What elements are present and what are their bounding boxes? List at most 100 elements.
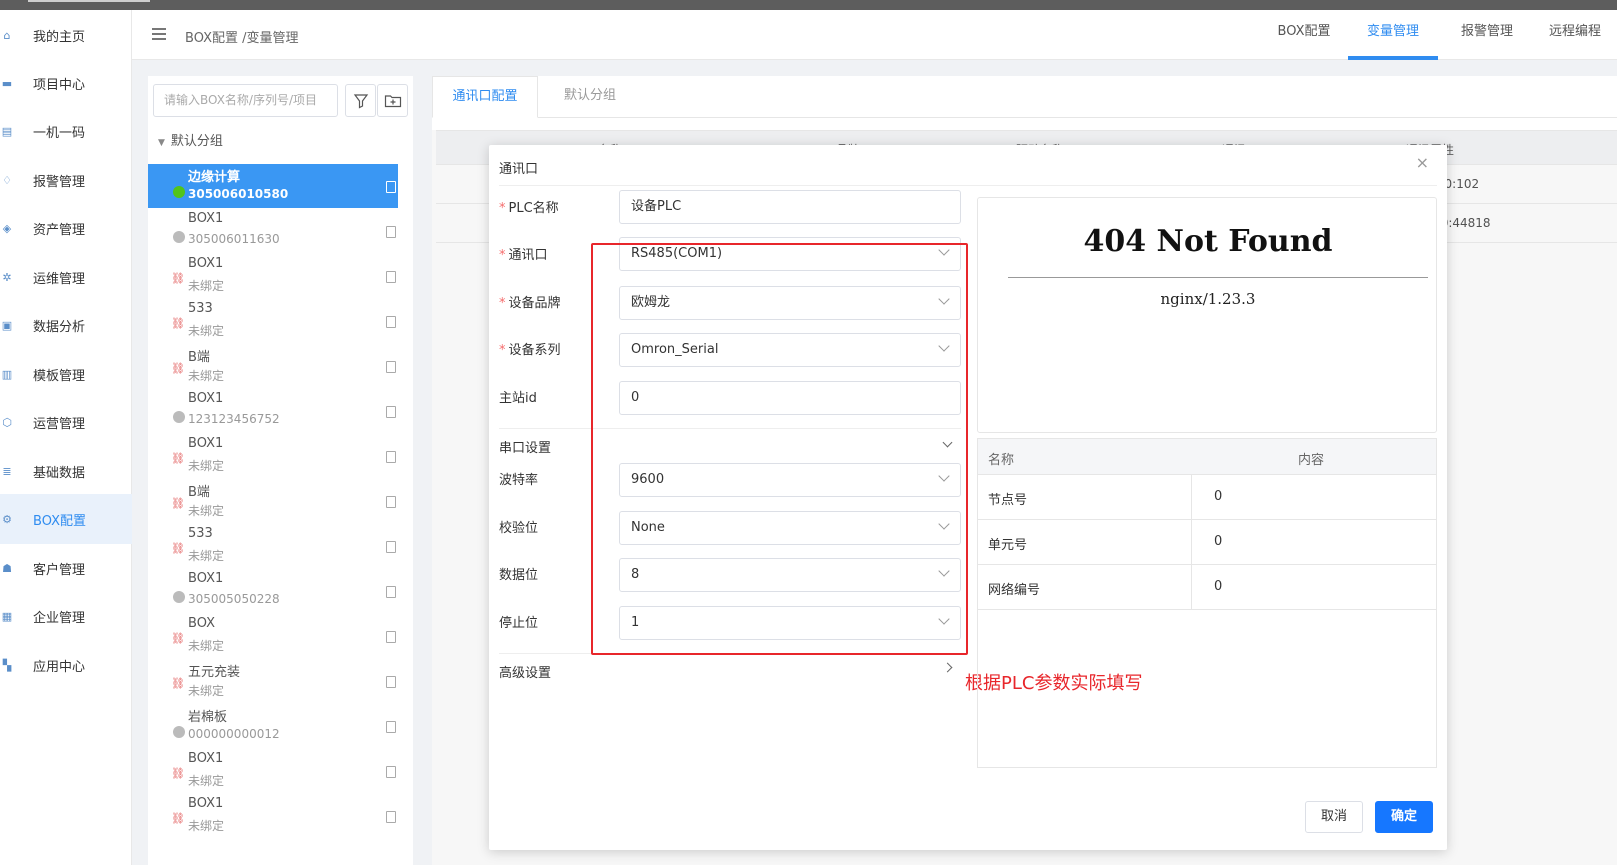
device-item[interactable]: ⛓ 533 未绑定: [148, 299, 398, 343]
sidebar-item-apps[interactable]: ▚ 应用中心: [0, 640, 132, 690]
sidebar-item-templates[interactable]: ▥ 模板管理: [0, 349, 132, 399]
tab-port-config[interactable]: 通讯口配置: [432, 76, 538, 118]
copy-icon[interactable]: [386, 631, 396, 643]
chevron-down-icon: [938, 340, 950, 352]
copy-icon[interactable]: [386, 811, 396, 823]
sidebar-item-qrcode[interactable]: ▤ 一机一码: [0, 106, 132, 156]
baud-select[interactable]: 9600: [619, 463, 961, 497]
confirm-button[interactable]: 确定: [1375, 801, 1433, 833]
device-group[interactable]: ▼ 默认分组: [158, 130, 223, 149]
device-item[interactable]: 岩棉板 000000000012: [148, 704, 398, 748]
device-item[interactable]: 边缘计算 305006010580: [148, 164, 398, 208]
device-item[interactable]: ⛓ 533 未绑定: [148, 524, 398, 568]
sidebar-item-assets[interactable]: ◈ 资产管理: [0, 203, 132, 253]
sidebar-item-analytics[interactable]: ▣ 数据分析: [0, 300, 132, 350]
device-search-input[interactable]: 请输入BOX名称/序列号/项目: [153, 84, 338, 117]
device-item[interactable]: ⛓ BOX 未绑定: [148, 614, 398, 658]
table-cell[interactable]: 0: [1214, 489, 1222, 504]
sidebar-item-alarms[interactable]: ♢ 报警管理: [0, 155, 132, 205]
device-item[interactable]: ⛓ B端 未绑定: [148, 344, 398, 388]
tab-alarm-management[interactable]: 报警管理: [1452, 10, 1522, 60]
device-name: BOX1: [188, 391, 224, 406]
table-row[interactable]: 节点号 0: [978, 475, 1436, 520]
device-item[interactable]: BOX1 123123456752: [148, 389, 398, 433]
tab-remote-programming[interactable]: 远程编程: [1540, 10, 1610, 60]
chevron-down-icon: [938, 293, 950, 305]
sidebar-item-customers[interactable]: ☗ 客户管理: [0, 543, 132, 593]
table-cell[interactable]: 0: [1214, 534, 1222, 549]
device-item[interactable]: ⛓ B端 未绑定: [148, 479, 398, 523]
tab-default-group[interactable]: 默认分组: [538, 76, 642, 118]
plc-name-input[interactable]: 设备PLC: [619, 190, 961, 224]
tab-variable-management[interactable]: 变量管理: [1348, 10, 1438, 60]
unlink-icon: ⛓: [171, 497, 185, 510]
copy-icon[interactable]: [386, 226, 396, 238]
property-table: 名称 内容 节点号 0 单元号 0 网络编号 0: [977, 438, 1437, 768]
station-id-input[interactable]: 0: [619, 381, 961, 415]
copy-icon[interactable]: [386, 766, 396, 778]
copy-icon[interactable]: [386, 316, 396, 328]
menu-collapse-icon[interactable]: [152, 28, 166, 40]
required-mark: *: [499, 343, 506, 358]
device-item[interactable]: ⛓ BOX1 未绑定: [148, 749, 398, 793]
device-serial: 305006011630: [188, 232, 280, 246]
dialog-title: 通讯口: [499, 162, 539, 177]
device-item[interactable]: ⛓ BOX1 未绑定: [148, 254, 398, 298]
device-serial: 未绑定: [188, 639, 225, 653]
offline-status-icon: [173, 591, 185, 603]
copy-icon[interactable]: [386, 676, 396, 688]
copy-icon[interactable]: [386, 181, 396, 193]
section-title: 串口设置: [499, 441, 552, 456]
copy-icon[interactable]: [386, 541, 396, 553]
chevron-down-icon: [938, 565, 950, 577]
filter-button[interactable]: [345, 84, 376, 117]
copy-icon[interactable]: [386, 451, 396, 463]
close-icon[interactable]: ×: [1416, 153, 1429, 172]
box-gear-icon: ⚙: [2, 512, 12, 526]
unlink-icon: ⛓: [171, 632, 185, 645]
device-item[interactable]: BOX1 305005050228: [148, 569, 398, 613]
chevron-down-icon: [938, 518, 950, 530]
copy-icon[interactable]: [386, 586, 396, 598]
sidebar-item-operations[interactable]: ✲ 运维管理: [0, 252, 132, 302]
sidebar-item-box-config[interactable]: ⚙ BOX配置: [0, 494, 132, 544]
device-item[interactable]: BOX1 305006011630: [148, 209, 398, 253]
device-name: B端: [188, 485, 210, 500]
brand-select[interactable]: 欧姆龙: [619, 286, 961, 320]
device-serial: 未绑定: [188, 369, 225, 383]
sidebar-item-label: 运维管理: [33, 271, 86, 287]
table-row[interactable]: 网络编号 0: [978, 565, 1436, 610]
bell-icon: ♢: [2, 173, 12, 187]
device-item[interactable]: ⛓ BOX1 未绑定: [148, 794, 398, 838]
device-panel: 请输入BOX名称/序列号/项目 ▼ 默认分组 边缘计算 305006010580 B…: [148, 76, 413, 865]
copy-icon[interactable]: [386, 271, 396, 283]
advanced-settings-toggle[interactable]: 高级设置: [499, 653, 961, 683]
sidebar-item-home[interactable]: ⌂ 我的主页: [0, 10, 132, 60]
stopbits-label: 停止位: [499, 616, 539, 631]
copy-icon[interactable]: [386, 361, 396, 373]
cancel-button[interactable]: 取消: [1305, 801, 1363, 833]
preview-frame: 404 Not Found nginx/1.23.3: [977, 197, 1437, 433]
parity-select[interactable]: None: [619, 511, 961, 545]
table-cell[interactable]: 0: [1214, 579, 1222, 594]
stopbits-select[interactable]: 1: [619, 606, 961, 640]
copy-icon[interactable]: [386, 496, 396, 508]
sidebar-item-basedata[interactable]: ≣ 基础数据: [0, 446, 132, 496]
serial-settings-toggle[interactable]: 串口设置: [499, 428, 961, 458]
sidebar-item-enterprise[interactable]: ▦ 企业管理: [0, 591, 132, 641]
device-serial: 未绑定: [188, 279, 225, 293]
sidebar-item-projects[interactable]: ▬ 项目中心: [0, 58, 132, 108]
device-item[interactable]: ⛓ 五元充装 未绑定: [148, 659, 398, 703]
add-group-button[interactable]: [377, 84, 408, 117]
copy-icon[interactable]: [386, 721, 396, 733]
databits-select[interactable]: 8: [619, 558, 961, 592]
series-select[interactable]: Omron_Serial: [619, 333, 961, 367]
port-select[interactable]: RS485(COM1): [619, 237, 961, 271]
device-item[interactable]: ⛓ BOX1 未绑定: [148, 434, 398, 478]
device-group-label: 默认分组: [170, 134, 223, 149]
tab-box-config[interactable]: BOX配置: [1269, 10, 1339, 60]
copy-icon[interactable]: [386, 406, 396, 418]
databits-label: 数据位: [499, 568, 539, 583]
table-row[interactable]: 单元号 0: [978, 520, 1436, 565]
sidebar-item-business[interactable]: ⬡ 运营管理: [0, 397, 132, 447]
